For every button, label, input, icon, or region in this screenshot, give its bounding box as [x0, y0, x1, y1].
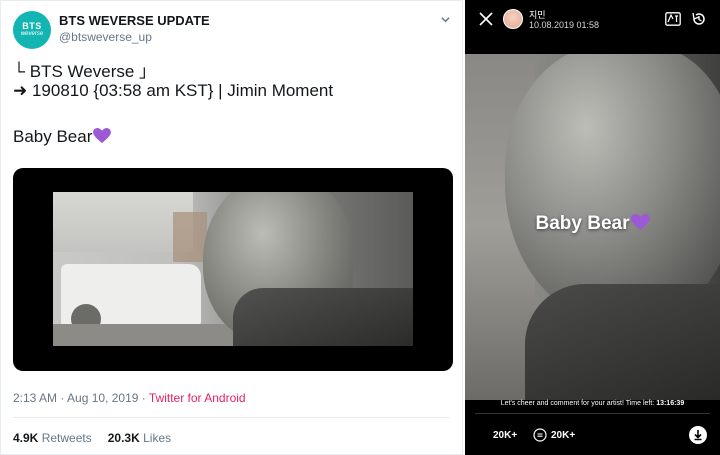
- caption-text: Baby Bear: [535, 213, 630, 234]
- cheer-text: Let's cheer and comment for your artist!…: [500, 400, 657, 407]
- tweet-timestamp: 2:13 AM · Aug 10, 2019 · Twitter for And…: [13, 391, 246, 405]
- video-frame: [53, 192, 413, 346]
- comments-count[interactable]: 20K+: [551, 430, 575, 441]
- tweet-text-line: Baby Bear: [13, 127, 112, 147]
- account-avatar[interactable]: BTS weverse: [13, 11, 51, 49]
- retweets-label[interactable]: Retweets: [42, 431, 92, 445]
- post-date: 10.08.2019 01:58: [529, 20, 600, 30]
- divider: [475, 413, 710, 414]
- purple-heart-icon: [630, 214, 650, 231]
- comment-icon[interactable]: [533, 428, 547, 442]
- tweet-video[interactable]: [13, 168, 453, 371]
- avatar-text: BTS: [22, 21, 42, 31]
- likes-count[interactable]: 20K+: [493, 430, 517, 441]
- translate-icon[interactable]: [665, 12, 681, 26]
- likes-count[interactable]: 20.3K: [108, 431, 140, 445]
- tweet-source-link[interactable]: Twitter for Android: [149, 391, 246, 405]
- divider: [13, 417, 450, 418]
- time-left: 13:16:39: [656, 400, 685, 407]
- tweet-text-line: └ BTS Weverse 」: [13, 62, 157, 81]
- account-handle[interactable]: @btsweverse_up: [59, 30, 152, 44]
- video-caption: Baby Bear: [465, 213, 720, 235]
- close-icon[interactable]: [479, 12, 493, 26]
- tweet-text-baby-bear: Baby Bear: [13, 127, 93, 146]
- likes-label[interactable]: Likes: [143, 431, 171, 445]
- tweet-card: BTS weverse BTS WEVERSE UPDATE @btswever…: [0, 0, 463, 455]
- weverse-post-screenshot: 지민 10.08.2019 01:58 Baby Bear Let's chee…: [465, 0, 720, 455]
- tweet-stats: 4.9K Retweets 20.3K Likes: [13, 431, 171, 445]
- cheer-message: Let's cheer and comment for your artist!…: [465, 400, 720, 407]
- history-icon[interactable]: [691, 11, 707, 27]
- chevron-down-icon[interactable]: [441, 15, 450, 24]
- avatar-subtext: weverse: [20, 31, 44, 37]
- purple-heart-icon: [93, 128, 112, 144]
- timestamp-text: 2:13 AM · Aug 10, 2019 ·: [13, 391, 149, 405]
- tweet-text-line: ➜ 190810 {03:58 am KST} | Jimin Moment: [13, 81, 334, 100]
- download-icon[interactable]: [689, 426, 707, 444]
- author-avatar[interactable]: [503, 9, 523, 29]
- retweets-count[interactable]: 4.9K: [13, 431, 38, 445]
- account-name[interactable]: BTS WEVERSE UPDATE: [59, 13, 210, 28]
